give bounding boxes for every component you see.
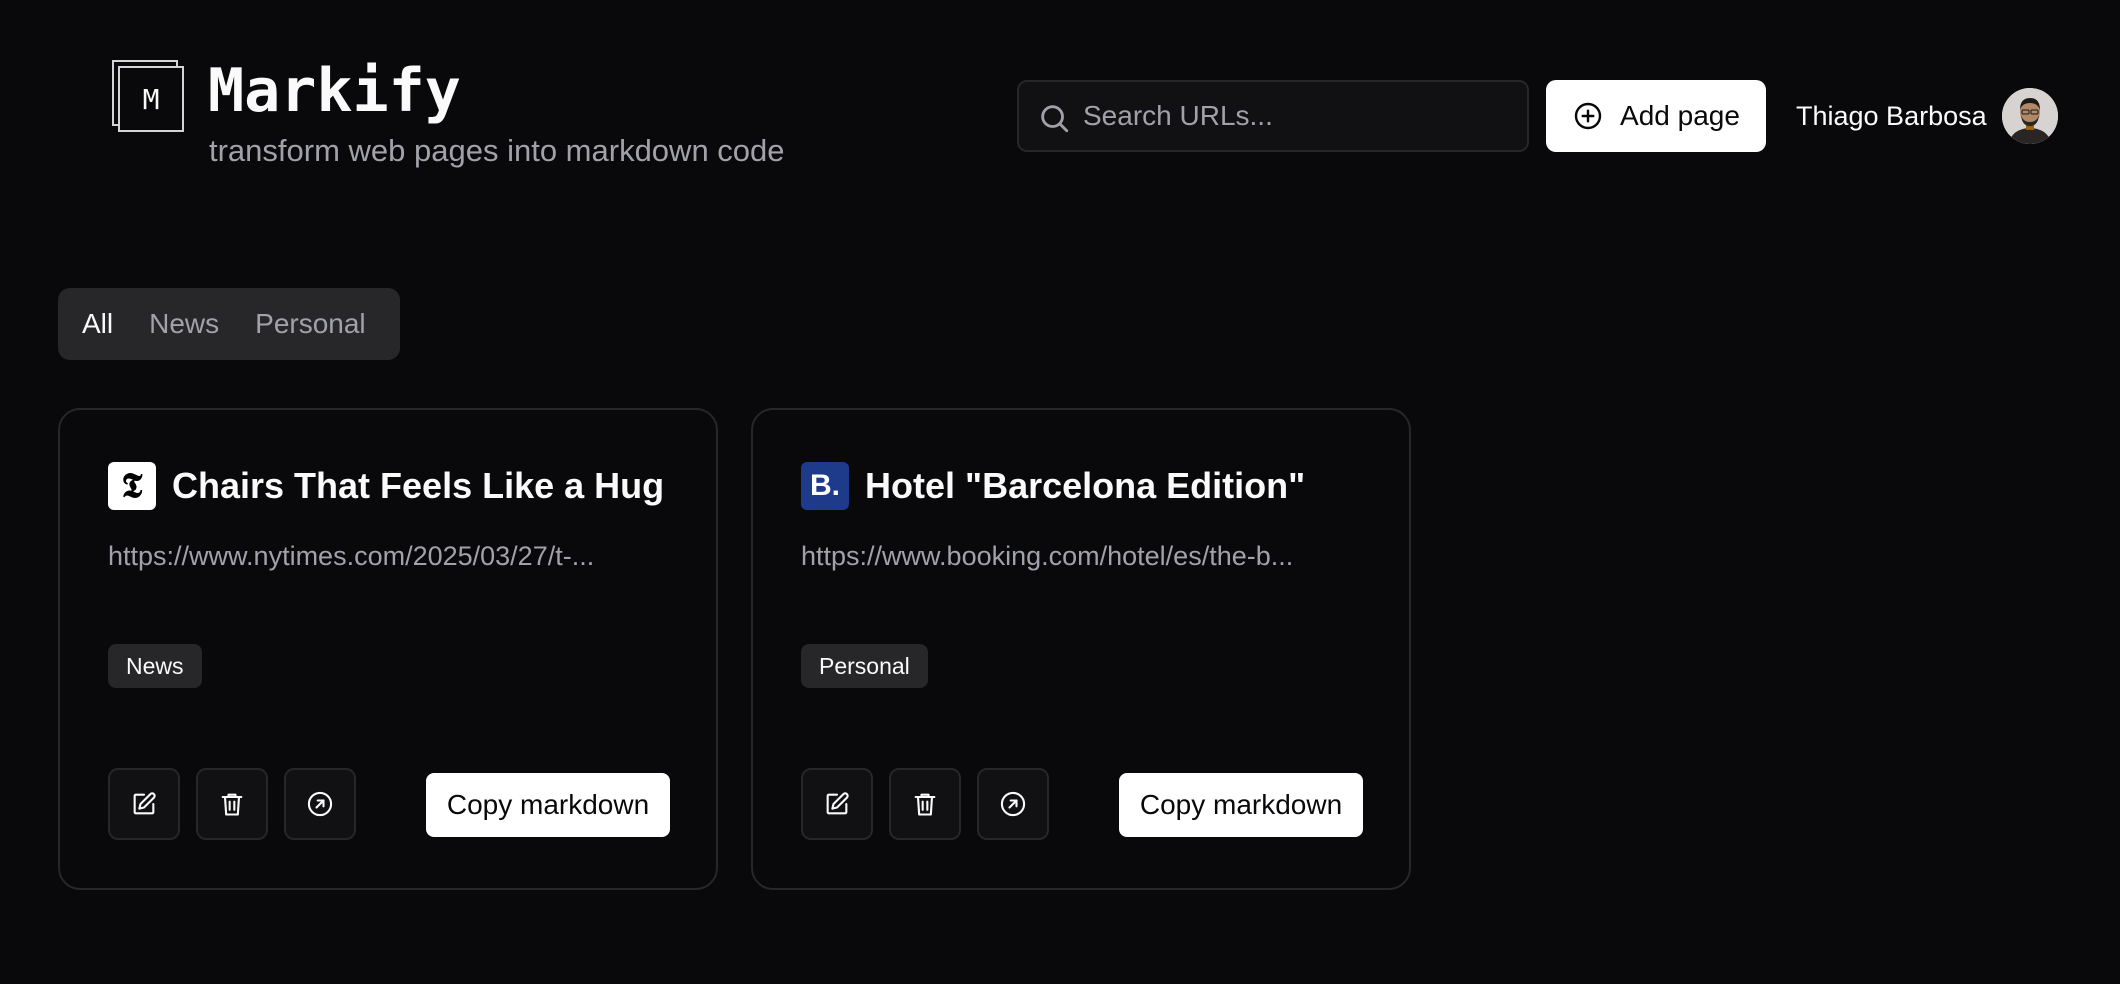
search-icon bbox=[1041, 105, 1069, 133]
tab-news[interactable]: News bbox=[149, 306, 219, 342]
app-header: M Markify transform web pages into markd… bbox=[0, 0, 2120, 200]
card-url: https://www.nytimes.com/2025/03/27/t-... bbox=[108, 541, 595, 571]
tab-all[interactable]: All bbox=[82, 306, 113, 342]
arrow-up-right-circle-icon bbox=[1000, 791, 1026, 817]
tag-badge: Personal bbox=[801, 644, 928, 688]
card-url: https://www.booking.com/hotel/es/the-b..… bbox=[801, 541, 1294, 571]
add-page-button[interactable]: Add page bbox=[1546, 80, 1766, 152]
edit-button[interactable] bbox=[801, 768, 873, 840]
favicon-glyph: 𝕿 bbox=[121, 466, 143, 506]
avatar-photo bbox=[2002, 88, 2058, 144]
tag-badge: News bbox=[108, 644, 202, 688]
trash-icon bbox=[914, 793, 936, 816]
page-card: B. Hotel "Barcelona Edition" https://www… bbox=[751, 408, 1411, 890]
search-box[interactable] bbox=[1017, 80, 1529, 152]
app-title: Markify bbox=[208, 56, 461, 126]
delete-button[interactable] bbox=[889, 768, 961, 840]
plus-circle-icon bbox=[1574, 102, 1602, 130]
edit-icon bbox=[133, 792, 156, 815]
page-card: 𝕿 Chairs That Feels Like a Hug https://w… bbox=[58, 408, 718, 890]
tab-personal[interactable]: Personal bbox=[255, 306, 366, 342]
filter-tabs: All News Personal bbox=[58, 288, 400, 360]
copy-markdown-button[interactable]: Copy markdown bbox=[426, 773, 670, 837]
open-link-button[interactable] bbox=[284, 768, 356, 840]
edit-button[interactable] bbox=[108, 768, 180, 840]
card-title: Chairs That Feels Like a Hug bbox=[172, 465, 665, 506]
copy-markdown-button[interactable]: Copy markdown bbox=[1119, 773, 1363, 837]
arrow-up-right-circle-icon bbox=[307, 791, 333, 817]
open-link-button[interactable] bbox=[977, 768, 1049, 840]
logo-icon: M bbox=[112, 60, 184, 132]
avatar[interactable] bbox=[2002, 88, 2058, 144]
booking-favicon-icon: B. bbox=[801, 462, 849, 510]
nytimes-favicon-icon: 𝕿 bbox=[108, 462, 156, 510]
add-page-label: Add page bbox=[1620, 100, 1740, 131]
edit-icon bbox=[826, 792, 849, 815]
app-subtitle: transform web pages into markdown code bbox=[209, 133, 785, 168]
logo-letter: M bbox=[118, 66, 184, 132]
trash-icon bbox=[221, 793, 243, 816]
search-input[interactable] bbox=[1083, 82, 1523, 150]
favicon-glyph: B. bbox=[810, 469, 840, 502]
user-name: Thiago Barbosa bbox=[1796, 101, 1987, 131]
card-title: Hotel "Barcelona Edition" bbox=[865, 465, 1306, 506]
delete-button[interactable] bbox=[196, 768, 268, 840]
